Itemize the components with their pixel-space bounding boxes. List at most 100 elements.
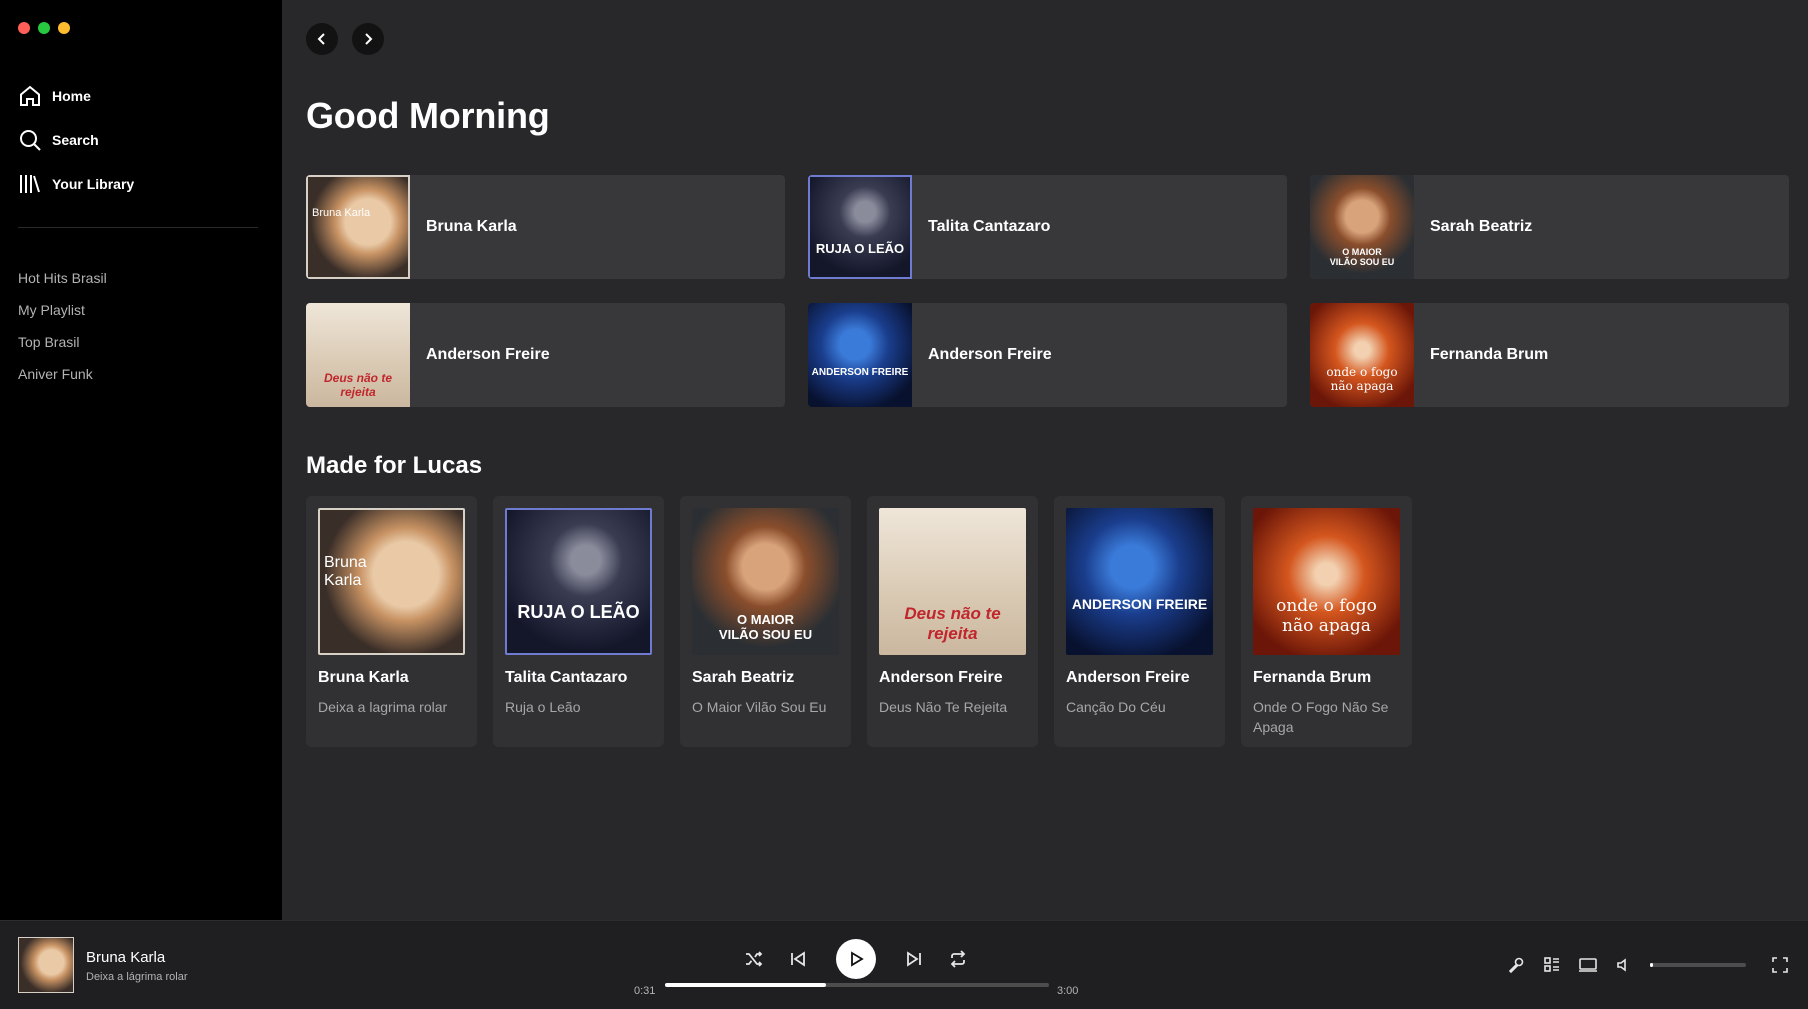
nav-item-label: Home bbox=[52, 88, 91, 104]
album-art-text: O MAIOR VILÃO SOU EU bbox=[718, 612, 813, 642]
previous-button[interactable] bbox=[786, 947, 810, 971]
quick-access-item[interactable]: ANDERSON FREIRE Anderson Freire bbox=[808, 303, 1287, 407]
quick-access-item[interactable]: Deus não te rejeita Anderson Freire bbox=[306, 303, 785, 407]
album-art: RUJA O LEÃO bbox=[808, 175, 912, 279]
microphone-icon bbox=[1508, 957, 1524, 974]
album-art-text: onde o fogo não apaga bbox=[1276, 596, 1377, 636]
card-subtitle: Onde O Fogo Não Se Apaga bbox=[1253, 699, 1389, 735]
playlist-list: Hot Hits Brasil My Playlist Top Brasil A… bbox=[18, 268, 107, 396]
album-art-text: RUJA O LEÃO bbox=[517, 602, 640, 622]
album-art: onde o fogo não apaga bbox=[1310, 303, 1414, 407]
playback-progress-bar[interactable] bbox=[665, 983, 1049, 987]
album-art-text: RUJA O LEÃO bbox=[815, 241, 905, 256]
card-title: Anderson Freire bbox=[1066, 669, 1190, 686]
card-title: Talita Cantazaro bbox=[505, 669, 628, 686]
album-art-text: Bruna Karla bbox=[312, 207, 371, 219]
total-duration: 3:00 bbox=[1057, 985, 1079, 997]
nav-item-home[interactable]: Home bbox=[18, 74, 134, 118]
nav-item-search[interactable]: Search bbox=[18, 118, 134, 162]
mute-button[interactable] bbox=[1614, 955, 1634, 975]
album-art: RUJA O LEÃO bbox=[505, 508, 652, 655]
album-art: onde o fogo não apaga bbox=[1253, 508, 1400, 655]
album-art: ANDERSON FREIRE bbox=[808, 303, 912, 407]
album-card[interactable]: RUJA O LEÃO Talita Cantazaro Ruja o Leão bbox=[493, 496, 664, 747]
album-art: ANDERSON FREIRE bbox=[1066, 508, 1213, 655]
album-card[interactable]: ANDERSON FREIRE Anderson Freire Canção D… bbox=[1054, 496, 1225, 747]
zoom-window-button[interactable] bbox=[58, 22, 70, 34]
now-playing-title[interactable]: Bruna Karla bbox=[86, 949, 165, 966]
close-window-button[interactable] bbox=[18, 22, 30, 34]
card-subtitle: Canção Do Céu bbox=[1066, 699, 1166, 715]
card-title: Sarah Beatriz bbox=[692, 669, 795, 686]
main-content: Good Morning Bruna Karla Bruna Karla RUJ… bbox=[282, 0, 1808, 920]
repeat-icon bbox=[950, 950, 966, 968]
album-art: O MAIOR VILÃO SOU EU bbox=[692, 508, 839, 655]
quick-access-item[interactable]: O MAIOR VILÃO SOU EU Sarah Beatriz bbox=[1310, 175, 1789, 279]
history-navigation bbox=[306, 23, 384, 55]
album-art-text: ANDERSON FREIRE bbox=[1071, 596, 1208, 612]
elapsed-time: 0:31 bbox=[634, 985, 656, 997]
quick-access-grid: Bruna Karla Bruna Karla RUJA O LEÃO Tali… bbox=[306, 175, 1789, 407]
album-art: Deus não te rejeita bbox=[879, 508, 1026, 655]
quick-access-title: Bruna Karla bbox=[426, 218, 517, 235]
repeat-button[interactable] bbox=[946, 947, 970, 971]
playlist-item[interactable]: Aniver Funk bbox=[18, 364, 107, 396]
quick-access-title: Talita Cantazaro bbox=[928, 218, 1051, 235]
fullscreen-button[interactable] bbox=[1770, 955, 1790, 975]
nav-item-label: Search bbox=[52, 132, 99, 148]
forward-button[interactable] bbox=[352, 23, 384, 55]
library-icon bbox=[20, 175, 40, 193]
play-button[interactable] bbox=[836, 939, 876, 979]
shuffle-button[interactable] bbox=[742, 947, 766, 971]
sidebar-divider bbox=[18, 227, 258, 228]
playlist-item[interactable]: Hot Hits Brasil bbox=[18, 268, 107, 300]
album-art-text: Deus não te rejeita bbox=[323, 371, 392, 399]
quick-access-item[interactable]: onde o fogo não apaga Fernanda Brum bbox=[1310, 303, 1789, 407]
quick-access-title: Fernanda Brum bbox=[1430, 346, 1549, 363]
back-button[interactable] bbox=[306, 23, 338, 55]
quick-access-item[interactable]: RUJA O LEÃO Talita Cantazaro bbox=[808, 175, 1287, 279]
section-title: Made for Lucas bbox=[306, 452, 483, 479]
main-nav: Home Search Your Library bbox=[18, 74, 134, 206]
fullscreen-icon bbox=[1772, 957, 1788, 973]
queue-button[interactable] bbox=[1542, 955, 1562, 975]
album-card[interactable]: Deus não te rejeita Anderson Freire Deus… bbox=[867, 496, 1038, 747]
connect-device-button[interactable] bbox=[1578, 955, 1598, 975]
made-for-you-shelf: Bruna Karla Bruna Karla Deixa a lagrima … bbox=[306, 496, 1412, 747]
quick-access-title: Anderson Freire bbox=[426, 346, 550, 363]
album-card[interactable]: O MAIOR VILÃO SOU EU Sarah Beatriz O Mai… bbox=[680, 496, 851, 747]
album-card[interactable]: onde o fogo não apaga Fernanda Brum Onde… bbox=[1241, 496, 1412, 747]
sidebar: Home Search Your Library Hot Hits Brasil… bbox=[0, 0, 282, 920]
chevron-left-icon bbox=[317, 33, 325, 45]
lyrics-button[interactable] bbox=[1506, 955, 1526, 975]
skip-forward-icon bbox=[907, 951, 921, 967]
nav-item-label: Your Library bbox=[52, 176, 135, 192]
now-playing-subtitle[interactable]: Deixa a lágrima rolar bbox=[86, 971, 187, 983]
card-subtitle: Deixa a lagrima rolar bbox=[318, 699, 448, 715]
play-icon bbox=[851, 951, 864, 967]
album-card[interactable]: Bruna Karla Bruna Karla Deixa a lagrima … bbox=[306, 496, 477, 747]
volume-icon bbox=[1617, 958, 1626, 972]
quick-access-title: Sarah Beatriz bbox=[1430, 218, 1533, 235]
now-playing-art[interactable] bbox=[18, 937, 74, 993]
playlist-item[interactable]: Top Brasil bbox=[18, 332, 107, 364]
album-art: Bruna Karla bbox=[306, 175, 410, 279]
quick-access-title: Anderson Freire bbox=[928, 346, 1052, 363]
volume-slider[interactable] bbox=[1650, 963, 1746, 967]
home-icon bbox=[20, 85, 40, 106]
quick-access-item[interactable]: Bruna Karla Bruna Karla bbox=[306, 175, 785, 279]
chevron-right-icon bbox=[365, 33, 373, 45]
card-title: Fernanda Brum bbox=[1253, 669, 1372, 686]
album-art-text: ANDERSON FREIRE bbox=[811, 367, 909, 378]
album-art: Bruna Karla bbox=[318, 508, 465, 655]
card-subtitle: O Maior Vilão Sou Eu bbox=[692, 699, 827, 715]
album-art-text: Deus não te rejeita bbox=[904, 604, 1001, 643]
minimize-window-button[interactable] bbox=[38, 22, 50, 34]
playback-controls bbox=[742, 939, 970, 979]
card-subtitle: Deus Não Te Rejeita bbox=[879, 699, 1008, 715]
playlist-item[interactable]: My Playlist bbox=[18, 300, 107, 332]
next-button[interactable] bbox=[902, 947, 926, 971]
album-art: Deus não te rejeita bbox=[306, 303, 410, 407]
page-title: Good Morning bbox=[306, 95, 550, 136]
nav-item-library[interactable]: Your Library bbox=[18, 162, 134, 206]
